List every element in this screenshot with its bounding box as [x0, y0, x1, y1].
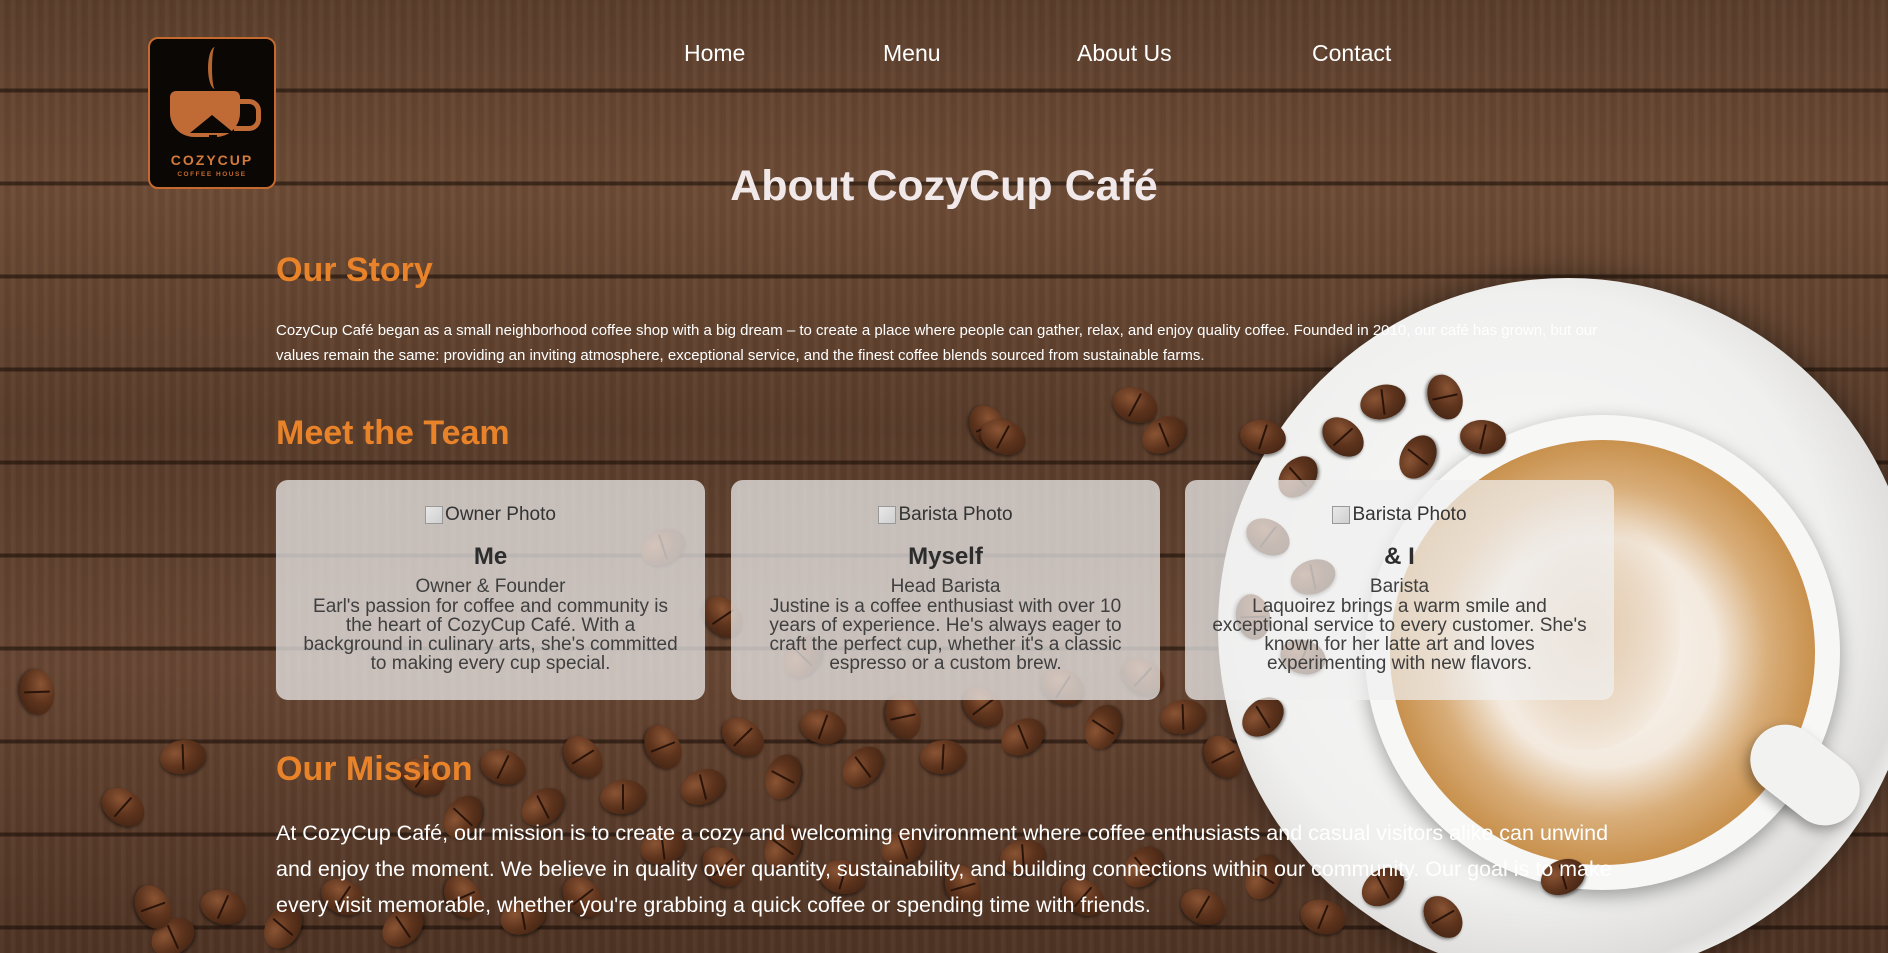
team-member-name: & I: [1384, 543, 1415, 570]
nav-link-home[interactable]: Home: [684, 40, 745, 67]
story-heading: Our Story: [276, 251, 433, 289]
cup-handle-icon: [234, 99, 261, 131]
team-member-bio: Laquoirez brings a warm smile and except…: [1212, 596, 1587, 674]
team-member-name: Me: [473, 543, 508, 570]
nav-link-contact[interactable]: Contact: [1312, 40, 1391, 67]
nav-link-about-us[interactable]: About Us: [1077, 40, 1172, 67]
team-member-role: Head Barista: [890, 576, 1001, 597]
barista-photo: Barista Photo: [1332, 504, 1466, 526]
team-member-role: Owner & Founder: [415, 576, 566, 597]
team-member-bio: Earl's passion for coffee and community …: [303, 596, 678, 674]
main-nav: Home Menu About Us Contact: [0, 40, 1888, 70]
page-title: About CozyCup Café: [730, 162, 1158, 210]
story-text: CozyCup Café began as a small neighborho…: [276, 322, 1598, 364]
nav-link-menu[interactable]: Menu: [883, 40, 941, 67]
background-wood-image: [0, 0, 1888, 953]
mission-text: At CozyCup Café, our mission is to creat…: [276, 821, 1612, 917]
team-member-bio: Justine is a coffee enthusiast with over…: [769, 596, 1122, 674]
team-member-name: Myself: [908, 543, 983, 570]
team-card-barista: Barista Photo & I Barista Laquoirez brin…: [1185, 480, 1614, 700]
owner-photo-alt: Owner Photo: [445, 504, 556, 525]
team-member-role: Barista: [1369, 576, 1430, 597]
mission-heading: Our Mission: [276, 750, 473, 788]
barista-photo-alt: Barista Photo: [898, 504, 1013, 525]
team-card-head-barista: Barista Photo Myself Head Barista Justin…: [731, 480, 1160, 700]
barista-photo: Barista Photo: [878, 504, 1012, 526]
team-card-owner: Owner Photo Me Owner & Founder Earl's pa…: [276, 480, 705, 700]
owner-photo: Owner Photo: [425, 504, 556, 526]
team-heading: Meet the Team: [276, 414, 510, 452]
barista-photo-alt: Barista Photo: [1352, 504, 1467, 525]
house-window-icon: [209, 135, 217, 143]
house-roof-icon: [190, 115, 234, 133]
